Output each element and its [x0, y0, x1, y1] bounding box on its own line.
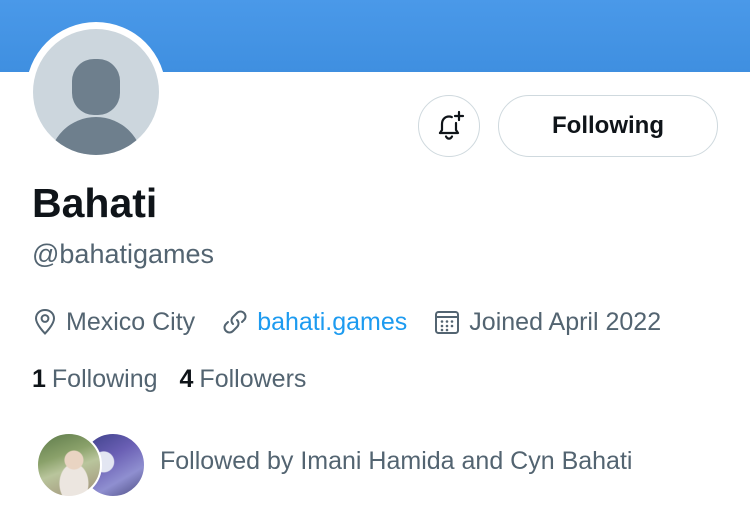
profile-avatar[interactable]: [26, 22, 166, 162]
location-text: Mexico City: [66, 307, 196, 336]
followers-count: 4: [179, 364, 194, 393]
profile-display-name: Bahati: [32, 180, 158, 226]
followers-stat-link[interactable]: 4 Followers: [180, 365, 307, 394]
following-count: 1: [32, 364, 46, 393]
profile-stats: 1 Following 4 Followers: [32, 361, 328, 397]
link-icon: [223, 310, 247, 334]
follower-avatar-photo: [36, 432, 102, 498]
joined-text: Joined April 2022: [469, 307, 662, 336]
following-button[interactable]: Following: [498, 95, 718, 157]
followers-stat-label: Followers: [199, 364, 307, 393]
website-link[interactable]: bahati.games: [257, 308, 407, 337]
joined-item: Joined April 2022: [433, 308, 661, 337]
profile-meta: Mexico City bahati.games Joined April 20…: [32, 303, 687, 341]
location-pin-icon: [34, 308, 56, 335]
profile-page: Following Bahati @bahatigames Mexico Cit…: [0, 0, 750, 510]
website-item[interactable]: bahati.games: [221, 308, 407, 337]
followed-by-text[interactable]: Followed by Imani Hamida and Cyn Bahati: [160, 444, 632, 478]
followers-you-know-avatars[interactable]: [36, 432, 146, 498]
calendar-icon: [435, 311, 460, 334]
following-stat-label: Following: [51, 364, 158, 393]
default-avatar-icon: [33, 29, 159, 155]
location-item: Mexico City: [32, 308, 195, 337]
bell-plus-icon: [438, 110, 465, 140]
notifications-button[interactable]: [418, 95, 480, 157]
following-stat-link[interactable]: 1 Following: [32, 365, 158, 394]
profile-handle: @bahatigames: [32, 239, 215, 269]
